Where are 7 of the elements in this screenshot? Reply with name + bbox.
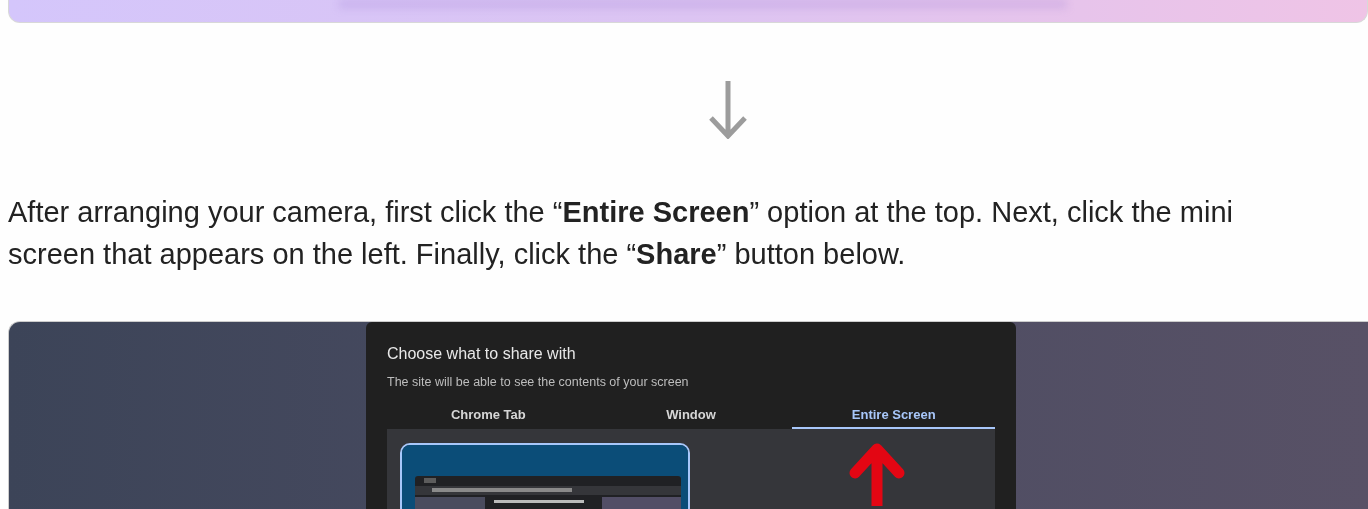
instruction-text: After arranging your camera, first click the “Entire Screen” option at the top. Next, click the mini screen that appears on the left. Finally, click the “Share” button below. xyxy=(8,195,1234,272)
share-tab[interactable]: Chrome Tab xyxy=(387,403,590,429)
down-arrow-icon xyxy=(708,81,748,139)
dialog-subtitle: The site will be able to see the contents of your screen xyxy=(387,375,690,389)
dialog-title: Choose what to share with xyxy=(387,345,577,363)
share-tab[interactable]: Window xyxy=(589,403,793,429)
up-arrow-icon xyxy=(847,441,907,506)
